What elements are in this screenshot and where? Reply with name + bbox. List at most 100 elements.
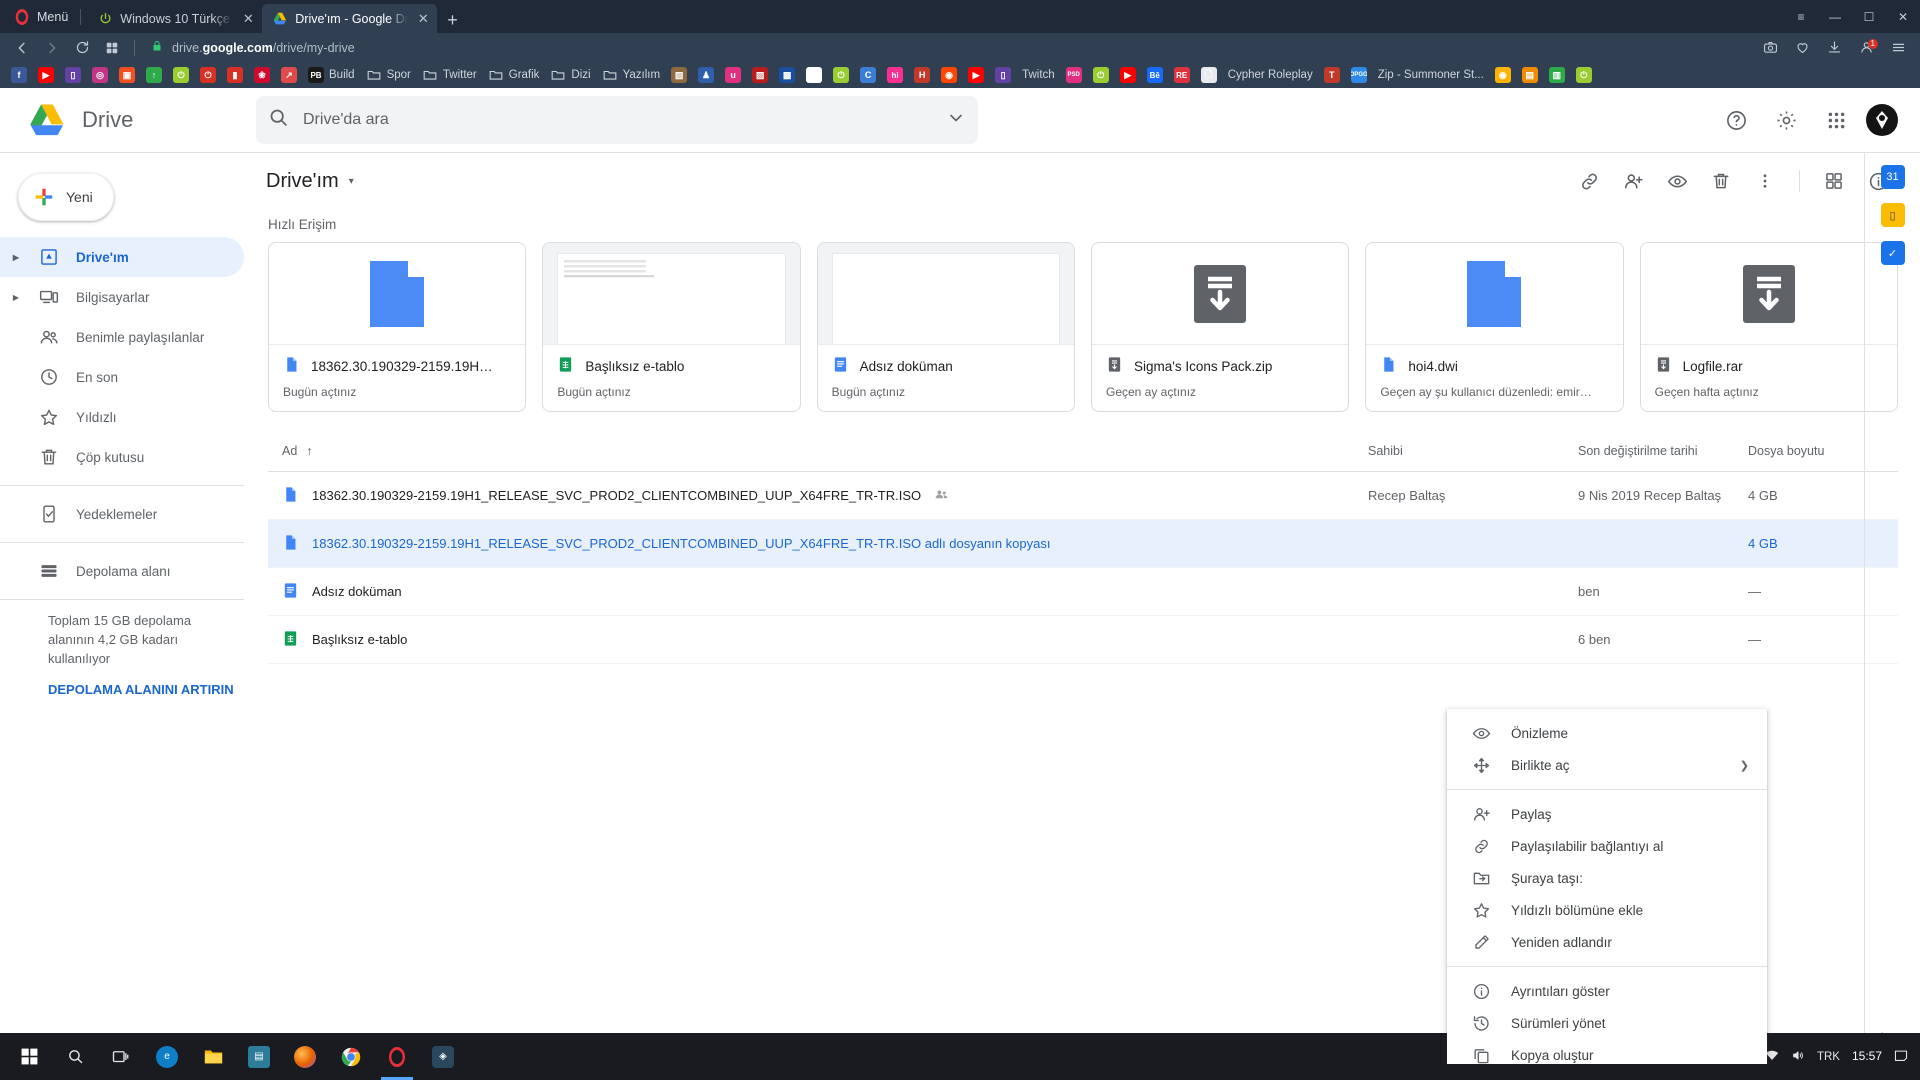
upgrade-storage-link[interactable]: DEPOLAMA ALANINI ARTIRIN <box>0 669 256 700</box>
window-minimize-button[interactable]: — <box>1818 0 1852 33</box>
bookmark-item[interactable]: ▮ <box>222 64 248 86</box>
tasks-icon[interactable]: ✓ <box>1881 241 1905 265</box>
bookmark-item[interactable]: ◎ <box>87 64 113 86</box>
bookmark-item[interactable]: ⏻ <box>1571 64 1597 86</box>
bookmark-item[interactable]: ▶ <box>1115 64 1141 86</box>
bookmark-item[interactable]: 🗋 <box>1196 64 1222 86</box>
reload-icon[interactable] <box>68 36 96 60</box>
new-button[interactable]: Yeni <box>18 173 114 221</box>
window-maximize-button[interactable]: ☐ <box>1852 0 1886 33</box>
table-row[interactable]: Başlıksız e-tablo6 ben— <box>268 616 1898 664</box>
bookmark-item[interactable]: H <box>909 64 935 86</box>
tray-network-icon[interactable] <box>1765 1049 1779 1064</box>
apps-grid-icon[interactable] <box>1816 100 1856 140</box>
forward-icon[interactable] <box>38 36 66 60</box>
bookmark-item[interactable]: PSD <box>1061 64 1087 86</box>
bookmark-item[interactable]: Zip - Summoner St... <box>1373 64 1489 86</box>
quick-access-card[interactable]: hoi4.dwiGeçen ay şu kullanıcı düzenledi:… <box>1365 242 1623 412</box>
more-vert-icon[interactable] <box>1745 161 1785 201</box>
download-icon[interactable] <box>1820 36 1848 60</box>
bookmark-item[interactable]: ↑ <box>141 64 167 86</box>
taskbar-search-icon[interactable] <box>52 1033 98 1080</box>
quick-access-card[interactable]: 18362.30.190329-2159.19H…Bugün açtınız <box>268 242 526 412</box>
sidebar-item-1[interactable]: ▶Drive'ım <box>0 237 244 277</box>
bookmark-item[interactable]: ▯ <box>990 64 1016 86</box>
menu-icon[interactable] <box>1884 36 1912 60</box>
bookmark-item[interactable]: T <box>1319 64 1345 86</box>
bookmark-item[interactable]: ◉ <box>1490 64 1516 86</box>
bookmark-item[interactable]: ⏻ <box>828 64 854 86</box>
tab-close-0[interactable]: ✕ <box>240 12 256 25</box>
grid-view-icon[interactable] <box>1814 161 1854 201</box>
quick-access-card[interactable]: Logfile.rarGeçen hafta açtınız <box>1640 242 1898 412</box>
taskbar-opera-icon[interactable] <box>374 1033 420 1080</box>
table-row[interactable]: 18362.30.190329-2159.19H1_RELEASE_SVC_PR… <box>268 472 1898 520</box>
bookmark-item[interactable]: hi <box>882 64 908 86</box>
bookmark-item[interactable]: ▶ <box>33 64 59 86</box>
bookmark-item[interactable]: ◉ <box>936 64 962 86</box>
start-button[interactable] <box>6 1033 52 1080</box>
window-close-button[interactable]: ✕ <box>1886 0 1920 33</box>
camera-icon[interactable] <box>1756 36 1784 60</box>
bookmark-item[interactable]: Spor <box>361 64 416 86</box>
calendar-icon[interactable]: 31 <box>1881 165 1905 189</box>
keep-icon[interactable]: ▯ <box>1881 203 1905 227</box>
bookmark-item[interactable]: ⏻ <box>168 64 194 86</box>
table-row[interactable]: 18362.30.190329-2159.19H1_RELEASE_SVC_PR… <box>268 520 1898 568</box>
sidebar-item-6[interactable]: Çöp kutusu <box>0 437 244 477</box>
context-menu-item[interactable]: Paylaş <box>1447 798 1767 830</box>
bookmark-item[interactable]: RE <box>1169 64 1195 86</box>
sidebar-item-4[interactable]: En son <box>0 357 244 397</box>
bookmark-item[interactable]: ⏻ <box>1088 64 1114 86</box>
bookmark-item[interactable]: ▧ <box>666 64 692 86</box>
tab-close-1[interactable]: ✕ <box>415 12 431 25</box>
bookmark-item[interactable]: Dizi <box>545 64 595 86</box>
taskbar-edge-icon[interactable]: e <box>144 1033 190 1080</box>
notification-center-icon[interactable] <box>1894 1049 1908 1065</box>
bookmark-item[interactable]: Grafik <box>483 64 545 86</box>
breadcrumb-chevron-down-icon[interactable]: ▾ <box>349 176 354 187</box>
new-tab-button[interactable]: + <box>437 11 468 33</box>
quick-access-card[interactable]: Sigma's Icons Pack.zipGeçen ay açtınız <box>1091 242 1349 412</box>
speed-dial-icon[interactable] <box>98 36 126 60</box>
chevron-right-icon[interactable]: ▶ <box>10 253 22 262</box>
taskbar-chrome-icon[interactable] <box>328 1033 374 1080</box>
context-menu-item[interactable]: Kopya oluştur <box>1447 1039 1767 1064</box>
browser-tab-0[interactable]: Windows 10 Türkçe İndirme ✕ <box>87 4 262 33</box>
bookmark-item[interactable]: Twitter <box>417 64 482 86</box>
task-view-icon[interactable] <box>98 1033 144 1080</box>
bookmark-item[interactable]: u <box>720 64 746 86</box>
column-header-owner[interactable]: Sahibi <box>1368 444 1578 458</box>
bookmark-item[interactable]: ▯ <box>60 64 86 86</box>
bookmark-item[interactable]: ▥ <box>1544 64 1570 86</box>
bookmark-item[interactable]: ▩ <box>774 64 800 86</box>
sidebar-item-8[interactable]: Depolama alanı <box>0 551 244 591</box>
quick-access-card[interactable]: Adsız dokümanBugün açtınız <box>817 242 1075 412</box>
context-menu-item[interactable]: Ayrıntıları göster <box>1447 975 1767 1007</box>
add-person-icon[interactable] <box>1613 161 1653 201</box>
taskbar-firefox-icon[interactable] <box>282 1033 328 1080</box>
search-bar[interactable] <box>256 96 978 144</box>
opera-menu-button[interactable]: Menü <box>6 0 80 33</box>
sidebar-item-5[interactable]: Yıldızlı <box>0 397 244 437</box>
bookmark-item[interactable]: OPGG <box>1346 64 1372 86</box>
chevron-down-icon[interactable] <box>946 108 966 133</box>
context-menu-item[interactable]: Birlikte aç❯ <box>1447 749 1767 781</box>
drive-logo[interactable]: Drive <box>0 103 256 137</box>
context-menu-item[interactable]: Yıldızlı bölümüne ekle <box>1447 894 1767 926</box>
tray-volume-icon[interactable] <box>1791 1049 1805 1065</box>
settings-gear-icon[interactable] <box>1766 100 1806 140</box>
bookmark-item[interactable]: ▨ <box>747 64 773 86</box>
bookmark-item[interactable]: ⏻ <box>195 64 221 86</box>
link-icon[interactable] <box>1569 161 1609 201</box>
sidebar-item-3[interactable]: Benimle paylaşılanlar <box>0 317 244 357</box>
bookmark-item[interactable]: ▣ <box>114 64 140 86</box>
taskbar-clock[interactable]: 15:57 <box>1852 1050 1882 1064</box>
heart-icon[interactable] <box>1788 36 1816 60</box>
back-icon[interactable] <box>8 36 36 60</box>
context-menu-item[interactable]: Şuraya taşı: <box>1447 862 1767 894</box>
taskbar-store-icon[interactable]: ▤ <box>236 1033 282 1080</box>
bookmark-item[interactable]: ♟ <box>693 64 719 86</box>
bookmark-item[interactable]: Cypher Roleplay <box>1223 64 1318 86</box>
profile-icon[interactable]: 1 <box>1852 36 1880 60</box>
